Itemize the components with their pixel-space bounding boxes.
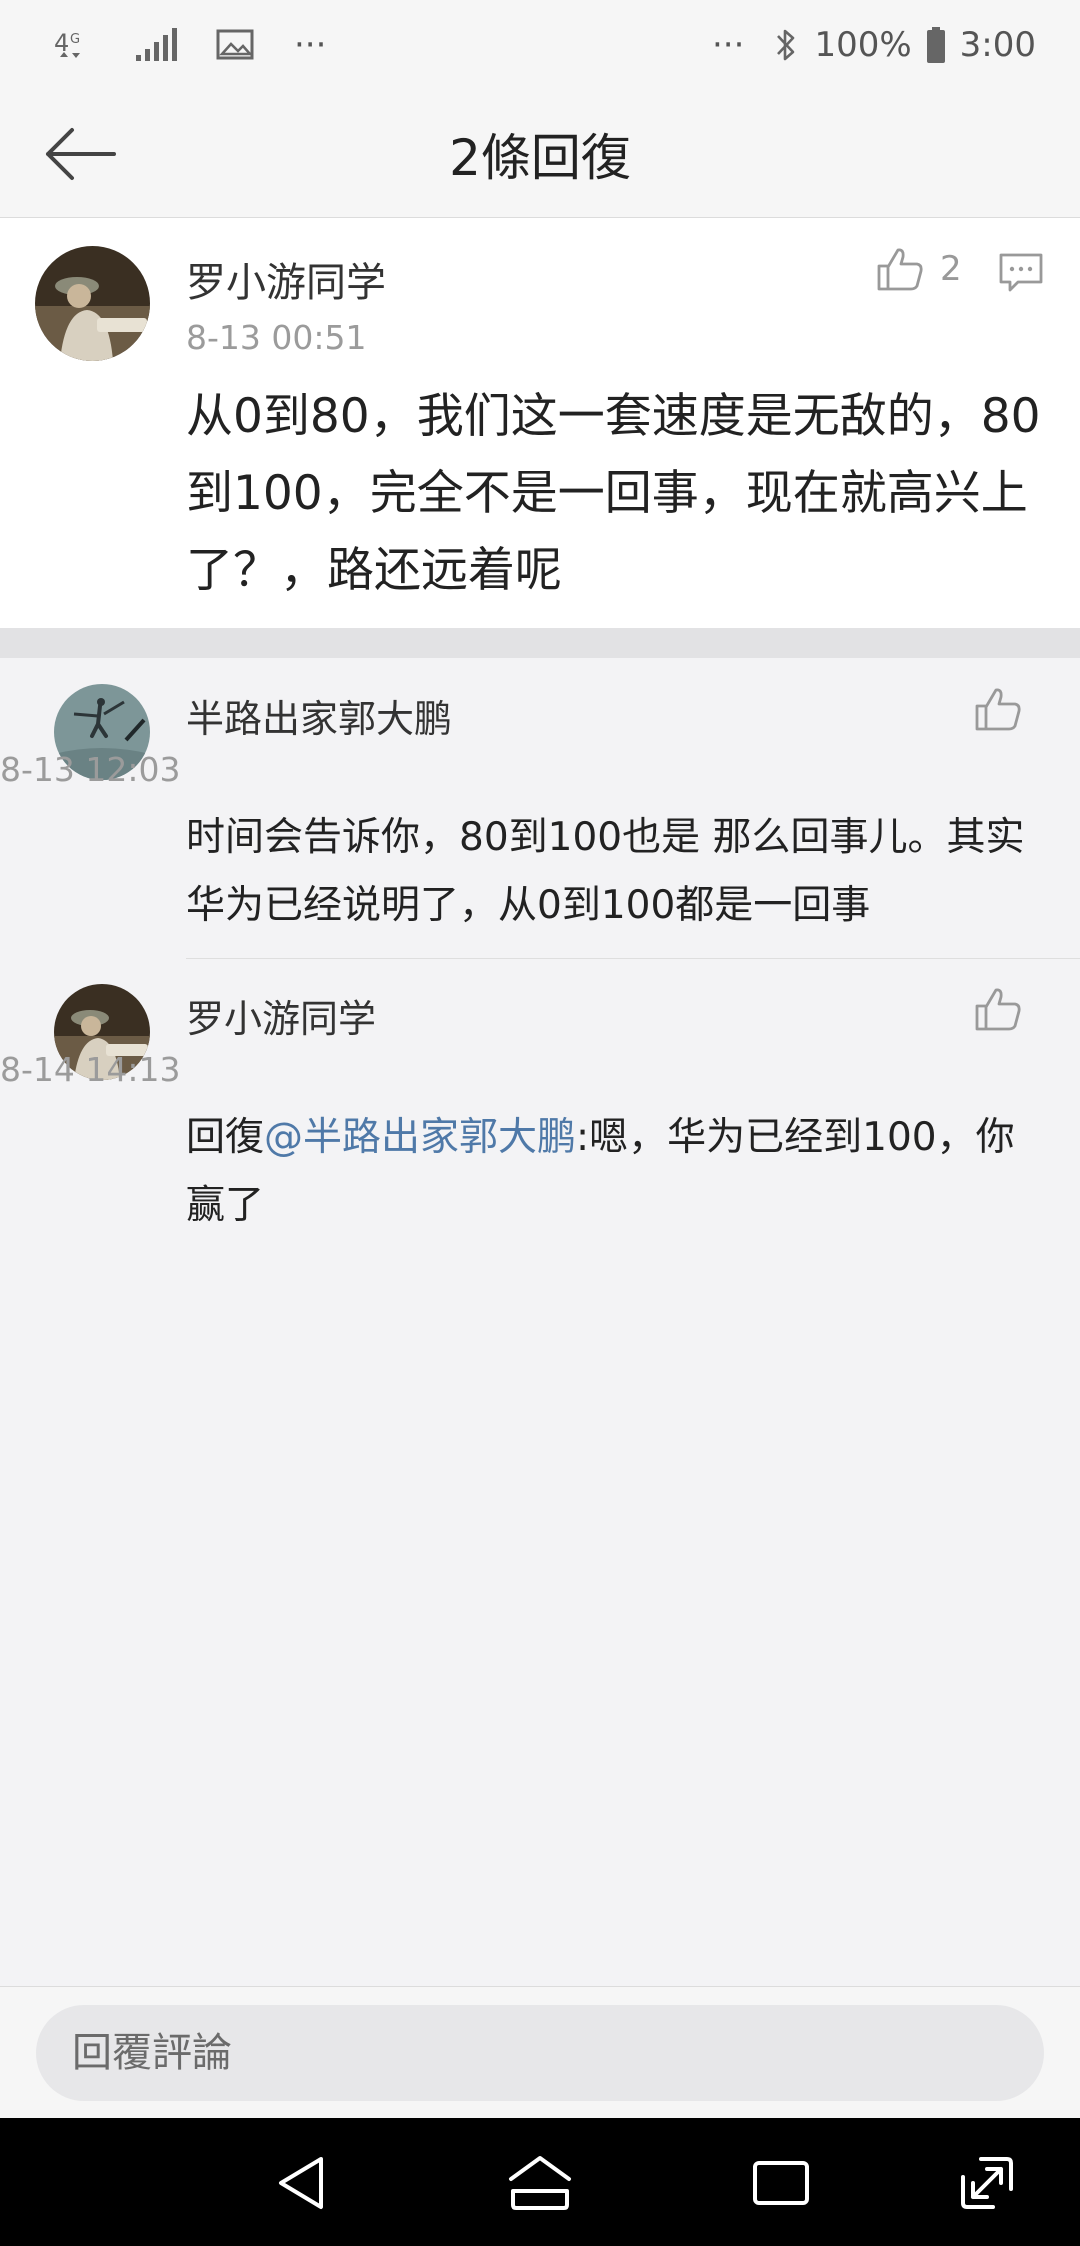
back-button[interactable] [40,116,120,192]
reply-button[interactable] [998,252,1044,298]
like-button[interactable] [974,986,1022,1032]
main-comment: 罗小游同学 8-13 00:51 2 从0到80，我们这一套速度是无敌的，80到… [0,218,1080,628]
like-button[interactable]: 2 [876,246,962,292]
reply-input-bar [0,1986,1080,2118]
network-4g-icon: 4 G [54,25,96,65]
reply-list: 半路出家郭大鹏 8-13 12:03 时间会告诉你，80到100也是 那么回事儿… [0,658,1080,1986]
battery-icon [926,25,946,65]
clock: 3:00 [959,25,1036,65]
more-notifications: ··· [294,25,327,65]
thumbs-up-icon [877,248,923,291]
mention-link[interactable]: @半路出家郭大鹏 [264,1115,576,1160]
reply-prefix: 回復 [186,1115,265,1160]
header: 2條回復 [0,90,1080,218]
username[interactable]: 罗小游同学 [186,988,376,1043]
like-button[interactable] [974,686,1022,732]
battery-percent: 100% [814,25,912,65]
arrow-left-icon [46,128,116,180]
image-icon [216,28,256,62]
home-icon [509,2156,571,2210]
reply-text: 回復@半路出家郭大鹏:嗯，华为已经到100，你赢了 [186,1104,1046,1240]
signal-icon [134,27,178,63]
timestamp: 8-13 00:51 [186,318,367,357]
thumbs-up-icon [975,988,1021,1031]
username[interactable]: 罗小游同学 [186,250,386,308]
status-bar: 4 G ··· ··· 100% 3:00 [0,0,1080,90]
nav-back-button[interactable] [266,2148,336,2218]
reply-input[interactable] [36,2005,1044,2101]
recents-icon [753,2161,809,2205]
svg-text:G: G [70,32,80,47]
nav-expand-button[interactable] [952,2148,1022,2218]
page-title: 2條回復 [449,128,631,187]
svg-text:4: 4 [54,29,69,57]
triangle-back-icon [279,2157,323,2209]
section-divider [0,628,1080,658]
nav-home-button[interactable] [505,2148,575,2218]
system-nav-bar [0,2118,1080,2246]
comment-text: 从0到80，我们这一套速度是无敌的，80到100，完全不是一回事，现在就高兴上了… [186,389,1041,598]
like-count: 2 [940,249,962,289]
status-right: ··· 100% 3:00 [712,25,1036,65]
thumbs-up-icon [975,688,1021,731]
divider [186,958,1080,959]
username[interactable]: 半路出家郭大鹏 [186,688,452,743]
timestamp: 8-14 14:13 [0,1050,181,1089]
more-status: ··· [712,25,745,65]
timestamp: 8-13 12:03 [0,750,181,789]
reply-text: 时间会告诉你，80到100也是 那么回事儿。其实华为已经说明了，从0到100都是… [186,815,1025,928]
screen: 4 G ··· ··· 100% 3:00 2條回復 罗小游同学 8-13 00… [0,0,1080,2246]
comment-icon [999,253,1043,292]
status-left: 4 G ··· [54,25,326,65]
bluetooth-icon [772,26,800,64]
avatar[interactable] [35,246,150,361]
expand-icon [961,2157,1013,2209]
nav-recents-button[interactable] [746,2148,816,2218]
